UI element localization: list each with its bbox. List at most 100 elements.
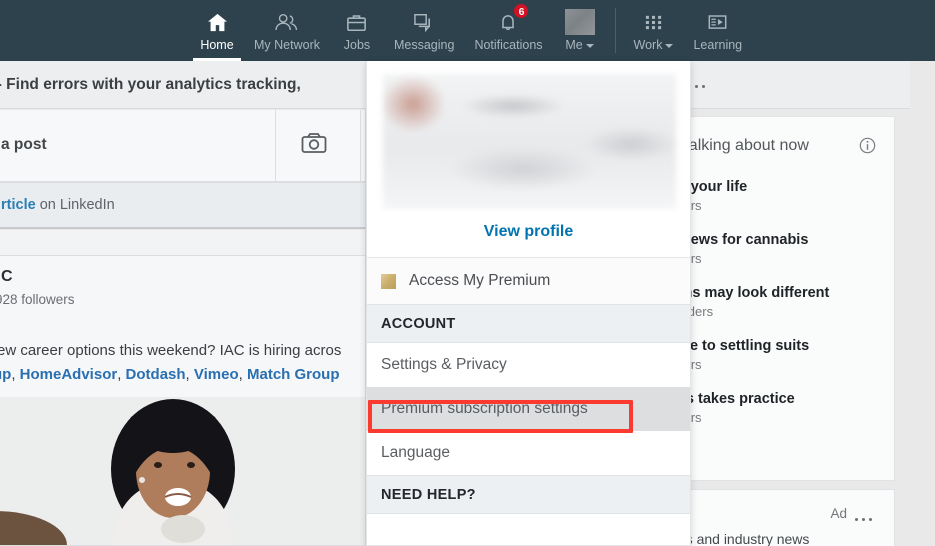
- linkedin-page: Home My Network Jobs Messaging 6 Notific…: [0, 0, 935, 546]
- trending-item-title: lose to settling suits: [669, 338, 810, 354]
- trending-item-title: orns may look different: [669, 285, 830, 301]
- nav-item-list: Home My Network Jobs Messaging 6 Notific…: [190, 0, 752, 61]
- access-my-premium-label: Access My Premium: [409, 272, 551, 289]
- write-article-text: rticle on LinkedIn: [1, 197, 115, 213]
- nav-label-me: Me: [565, 38, 594, 53]
- trending-item-title: up your life: [669, 179, 748, 195]
- trending-item-readers: aders: [669, 357, 899, 372]
- chevron-down-icon: [585, 43, 594, 48]
- camera-icon[interactable]: [301, 132, 327, 159]
- dot: [869, 518, 872, 521]
- grid-icon: [644, 9, 663, 35]
- feed-link-4[interactable]: Match Group: [247, 366, 340, 383]
- promo-banner-rest: - Find errors with your analytics tracki…: [0, 75, 301, 93]
- info-icon[interactable]: [859, 137, 876, 159]
- top-navigation-bar: Home My Network Jobs Messaging 6 Notific…: [0, 0, 935, 61]
- chevron-down-icon: [665, 43, 674, 48]
- nav-label-notifications: Notifications: [474, 38, 543, 52]
- nav-label-me-text: Me: [565, 38, 583, 52]
- menu-item-help-truncated[interactable]: [367, 514, 690, 545]
- nav-label-jobs: Jobs: [343, 38, 371, 52]
- dot: [855, 518, 858, 521]
- rail-topbar: [688, 61, 910, 109]
- bell-icon: 6: [498, 3, 530, 35]
- dot: [862, 518, 865, 521]
- people-icon: [274, 9, 299, 35]
- blurred-profile-preview: [383, 74, 676, 209]
- feed-post-followers: 928 followers: [0, 292, 75, 307]
- active-tab-underline: [193, 58, 241, 61]
- feed-link-0[interactable]: up: [0, 366, 11, 383]
- list-item[interactable]: up your life aders: [669, 179, 899, 213]
- list-item[interactable]: orns may look different readers: [669, 285, 899, 319]
- rail-overflow-icon[interactable]: [688, 75, 709, 93]
- nav-label-work-text: Work: [633, 38, 663, 52]
- feed-post-body-line2: up, HomeAdvisor, Dotdash, Vimeo, Match G…: [0, 366, 339, 383]
- home-icon: [207, 9, 228, 35]
- feed-link-2[interactable]: Dotdash: [126, 366, 186, 383]
- nav-item-learning[interactable]: Learning: [683, 0, 752, 61]
- notifications-badge: 6: [513, 3, 530, 19]
- briefcase-icon: [346, 9, 367, 35]
- write-article-link[interactable]: rticle: [1, 197, 36, 213]
- access-my-premium-item[interactable]: Access My Premium: [367, 258, 690, 304]
- message-icon: [413, 9, 435, 35]
- nav-left-spacer: [0, 0, 190, 61]
- write-article-bar[interactable]: rticle on LinkedIn: [0, 182, 366, 229]
- feed-link-1[interactable]: HomeAdvisor: [20, 366, 118, 383]
- menu-item-language[interactable]: Language: [367, 431, 690, 475]
- ad-card: Ad jobs and industry news: [667, 489, 895, 546]
- trending-item-title: cus takes practice: [669, 391, 795, 407]
- feed-link-3[interactable]: Vimeo: [194, 366, 239, 383]
- avatar-icon: [564, 9, 595, 35]
- view-profile-button[interactable]: View profile: [367, 209, 690, 257]
- premium-square-icon: [381, 273, 396, 289]
- menu-item-premium-subscription-settings[interactable]: Premium subscription settings: [367, 387, 690, 431]
- trending-item-readers: aders: [669, 251, 899, 266]
- nav-divider: [614, 8, 616, 53]
- list-item[interactable]: cus takes practice aders: [669, 391, 899, 425]
- ad-overflow-icon[interactable]: [855, 508, 876, 526]
- menu-item-settings-privacy[interactable]: Settings & Privacy: [367, 343, 690, 387]
- trending-news-card: e talking about now up your life aders d…: [669, 116, 895, 481]
- trending-item-readers: aders: [669, 410, 899, 425]
- dot: [695, 85, 698, 88]
- learning-icon: [707, 9, 728, 35]
- dot: [702, 85, 705, 88]
- nav-item-me[interactable]: Me: [553, 0, 607, 61]
- trending-item-title: d news for cannabis: [669, 232, 809, 248]
- nav-label-learning: Learning: [693, 38, 743, 52]
- need-help-section-header: NEED HELP?: [367, 475, 690, 514]
- trending-item-readers: readers: [669, 304, 714, 319]
- share-post-card: a post: [0, 110, 366, 182]
- right-rail: e talking about now up your life aders d…: [667, 61, 935, 546]
- nav-item-work[interactable]: Work: [624, 0, 684, 61]
- trending-item-readers: aders: [669, 198, 899, 213]
- avatar: [564, 9, 595, 35]
- promo-banner-text: udit - Find errors with your analytics t…: [0, 76, 301, 94]
- trending-news-title: e talking about now: [671, 137, 809, 154]
- share-divider-2: [360, 110, 361, 181]
- feed-gap: [0, 230, 366, 255]
- account-section-header: ACCOUNT: [367, 304, 690, 343]
- nav-label-messaging: Messaging: [393, 38, 455, 52]
- me-dropdown-menu: View profile Access My Premium ACCOUNT S…: [366, 61, 691, 546]
- ad-label: Ad: [830, 506, 847, 521]
- nav-label-home: Home: [200, 38, 234, 52]
- nav-item-my-network[interactable]: My Network: [244, 0, 330, 61]
- feed-post-body-line1: ew career options this weekend? IAC is h…: [0, 342, 342, 359]
- nav-item-notifications[interactable]: 6 Notifications: [464, 0, 552, 61]
- feed-post-photo[interactable]: [0, 397, 365, 545]
- nav-item-messaging[interactable]: Messaging: [384, 0, 464, 61]
- list-item[interactable]: d news for cannabis aders: [669, 232, 899, 266]
- nav-item-home[interactable]: Home: [190, 0, 244, 61]
- feed-post-card: C 928 followers ew career options this w…: [0, 255, 366, 546]
- write-article-rest: on LinkedIn: [35, 197, 115, 213]
- nav-item-jobs[interactable]: Jobs: [330, 0, 384, 61]
- share-post-input[interactable]: a post: [1, 136, 47, 154]
- nav-label-my-network: My Network: [254, 38, 320, 52]
- share-divider-1: [275, 110, 276, 181]
- feed-post-company[interactable]: C: [1, 268, 13, 286]
- list-item[interactable]: lose to settling suits aders: [669, 338, 899, 372]
- dropdown-profile-preview[interactable]: [367, 61, 690, 209]
